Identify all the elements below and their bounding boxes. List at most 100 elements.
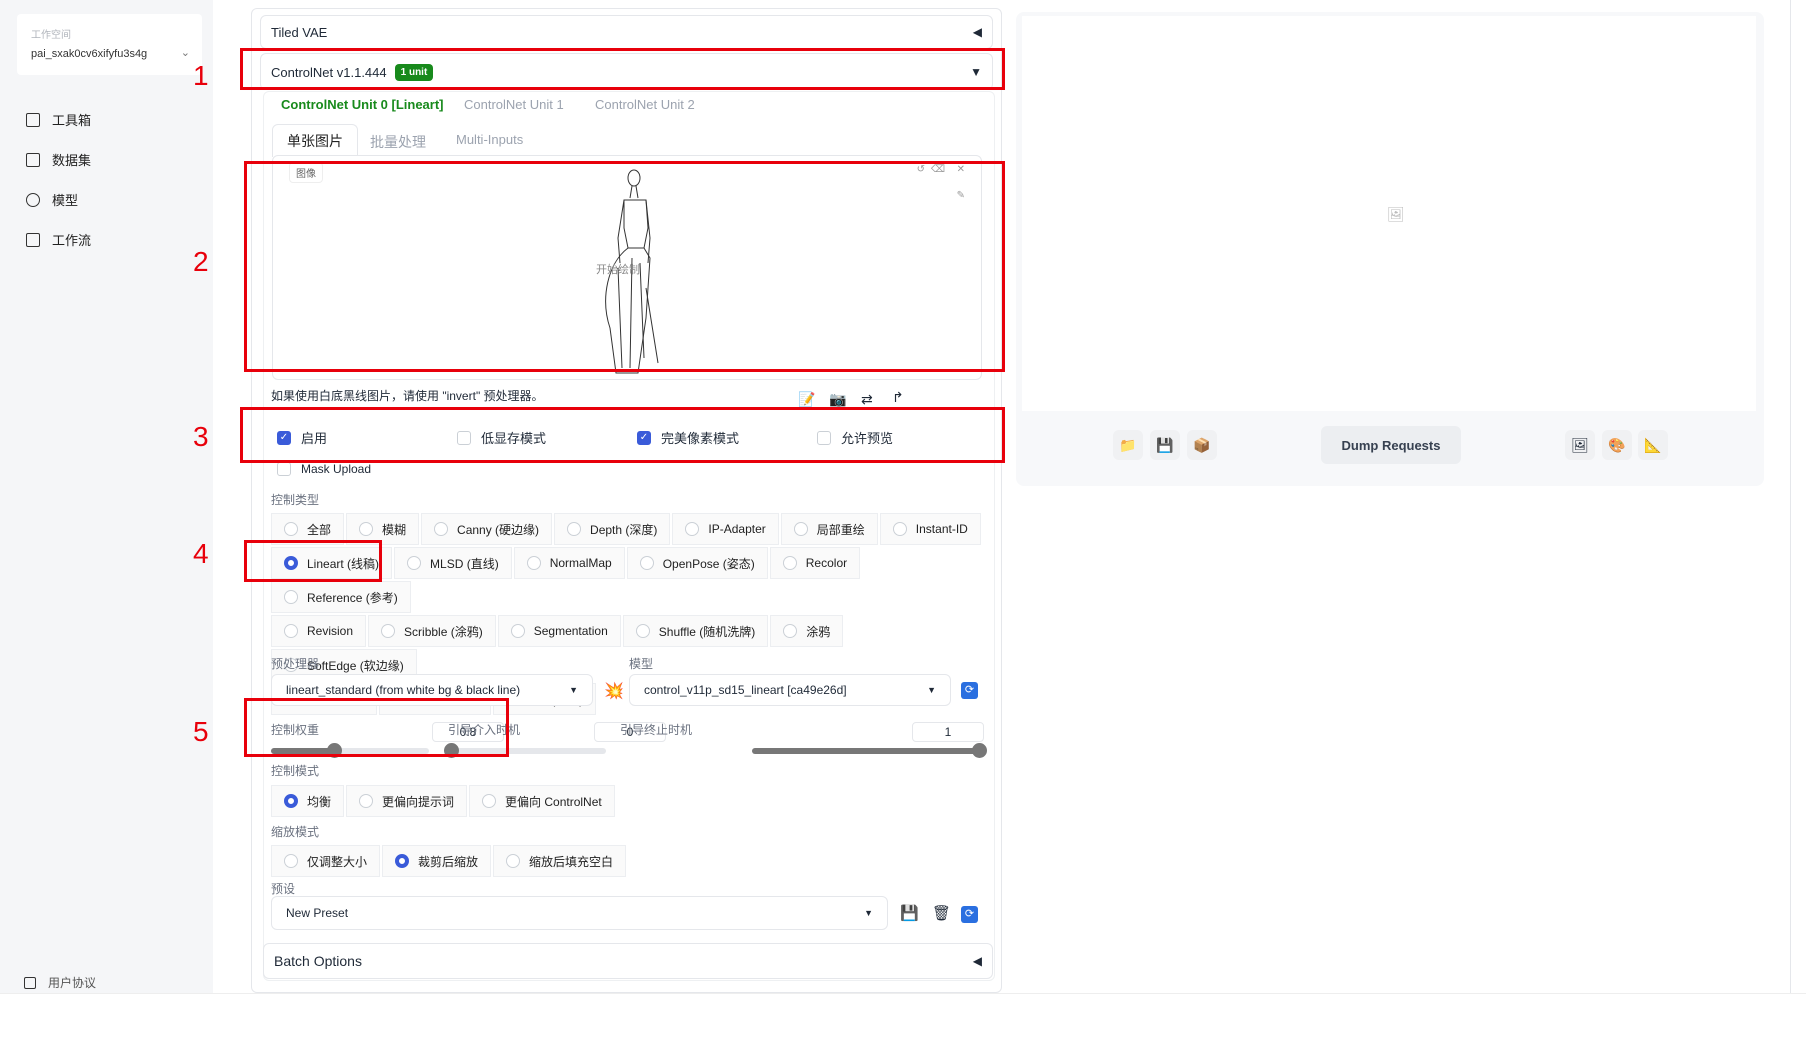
sidebar-item-models[interactable]: 模型	[26, 190, 78, 209]
send-to-extras-button[interactable]: 📐	[1638, 430, 1668, 460]
radio-button[interactable]	[284, 522, 298, 536]
workspace-selector[interactable]: 工作空间 pai_sxak0cv6xifyfu3s4g ⌄	[17, 14, 202, 75]
eraser-icon[interactable]: ⌫	[931, 164, 945, 175]
reset-icon[interactable]: ↺	[917, 164, 925, 175]
edit-icon[interactable]: 📝	[798, 391, 815, 408]
control-weight-slider[interactable]	[271, 743, 429, 758]
radio-button[interactable]	[482, 794, 497, 808]
radio-option[interactable]: Lineart (线稿)	[271, 547, 393, 579]
radio-option[interactable]: 均衡	[271, 785, 345, 817]
sidebar-item-workflow[interactable]: 工作流	[26, 230, 91, 249]
image-canvas[interactable]: 图像 ↺ ⌫ ✕ ✎ 开始绘制	[272, 155, 982, 380]
close-icon[interactable]: ✕	[957, 164, 965, 175]
radio-option[interactable]: IP-Adapter	[672, 513, 779, 545]
radio-option[interactable]: 仅调整大小	[271, 845, 381, 877]
tab-unit-2[interactable]: ControlNet Unit 2	[595, 97, 695, 112]
radio-button[interactable]	[359, 522, 374, 536]
zip-button[interactable]: 📦	[1187, 430, 1217, 460]
radio-option[interactable]: Reference (参考)	[271, 581, 411, 613]
tab-multi-inputs[interactable]: Multi-Inputs	[456, 132, 523, 147]
pixel-perfect-checkbox[interactable]: ✓ 完美像素模式	[637, 428, 739, 447]
radio-option[interactable]: 涂鸦	[770, 615, 844, 647]
controlnet-accordion[interactable]: ControlNet v1.1.444 1 unit ▼	[260, 53, 993, 90]
preprocessor-select[interactable]: lineart_standard (from white bg & black …	[271, 674, 593, 706]
radio-option[interactable]: 更偏向 ControlNet	[469, 785, 615, 817]
save-button[interactable]: 💾	[1150, 430, 1180, 460]
guidance-end-input[interactable]: 1	[912, 722, 984, 742]
allow-preview-checkbox[interactable]: 允许预览	[817, 428, 893, 447]
radio-button[interactable]	[782, 556, 797, 570]
radio-button[interactable]	[639, 556, 654, 570]
checkbox-checked[interactable]: ✓	[277, 430, 291, 445]
tab-unit-0[interactable]: ControlNet Unit 0 [Lineart]	[275, 97, 450, 112]
radio-button[interactable]	[783, 624, 798, 638]
refresh-presets-icon[interactable]: ⟳	[961, 906, 978, 923]
radio-option[interactable]: 局部重绘	[780, 513, 878, 545]
radio-button[interactable]	[526, 556, 541, 570]
radio-button[interactable]	[434, 522, 449, 536]
camera-icon[interactable]: 📷	[829, 391, 846, 408]
save-preset-icon[interactable]: 💾	[900, 904, 919, 922]
radio-option[interactable]: OpenPose (姿态)	[626, 547, 768, 579]
radio-option[interactable]: NormalMap	[513, 547, 625, 579]
open-folder-button[interactable]: 📁	[1113, 430, 1143, 460]
low-vram-checkbox[interactable]: 低显存模式	[457, 428, 546, 447]
guidance-start-slider[interactable]	[444, 743, 606, 758]
checkbox-checked[interactable]: ✓	[637, 430, 651, 445]
checkbox[interactable]	[457, 430, 471, 445]
tiled-vae-accordion[interactable]: Tiled VAE ◀	[260, 15, 993, 49]
guidance-end-slider[interactable]	[752, 743, 988, 758]
radio-button[interactable]	[359, 794, 374, 808]
radio-option[interactable]: Instant-ID	[879, 513, 981, 545]
run-preprocessor-icon[interactable]: 💥	[604, 681, 624, 701]
send-dimensions-icon[interactable]: ↱	[892, 389, 904, 406]
radio-button[interactable]	[284, 854, 298, 868]
checkbox[interactable]	[277, 462, 291, 476]
preset-select[interactable]: New Preset ▼	[271, 896, 888, 930]
radio-option[interactable]: 全部	[271, 513, 345, 545]
radio-option[interactable]: Depth (深度)	[554, 513, 671, 545]
dump-requests-button[interactable]: Dump Requests	[1321, 426, 1461, 464]
radio-option[interactable]: Canny (硬边缘)	[421, 513, 553, 545]
radio-button[interactable]	[892, 522, 907, 536]
sidebar-item-toolbox[interactable]: 工具箱	[26, 110, 91, 129]
radio-option[interactable]: Revision	[271, 615, 367, 647]
brush-icon[interactable]: ✎	[957, 190, 965, 201]
radio-option[interactable]: Segmentation	[497, 615, 621, 647]
radio-option[interactable]: Shuffle (随机洗牌)	[622, 615, 769, 647]
send-to-inpaint-button[interactable]: 🎨	[1602, 430, 1632, 460]
radio-button[interactable]	[284, 624, 298, 638]
model-select[interactable]: control_v11p_sd15_lineart [ca49e26d] ▼	[629, 674, 951, 706]
sidebar-item-datasets[interactable]: 数据集	[26, 150, 91, 169]
refresh-models-icon[interactable]: ⟳	[961, 682, 978, 699]
radio-button[interactable]	[506, 854, 521, 868]
radio-option[interactable]: MLSD (直线)	[394, 547, 512, 579]
radio-option[interactable]: Scribble (涂鸦)	[368, 615, 496, 647]
radio-option[interactable]: 裁剪后缩放	[382, 845, 492, 877]
radio-option[interactable]: 缩放后填充空白	[493, 845, 627, 877]
checkbox[interactable]	[817, 430, 831, 445]
mask-upload-checkbox[interactable]: Mask Upload	[277, 462, 371, 476]
radio-option[interactable]: 更偏向提示词	[346, 785, 468, 817]
radio-button[interactable]	[407, 556, 422, 570]
radio-option[interactable]: 模糊	[346, 513, 420, 545]
radio-button[interactable]	[793, 522, 808, 536]
tab-unit-1[interactable]: ControlNet Unit 1	[464, 97, 564, 112]
send-to-img2img-button[interactable]: 🖼	[1565, 430, 1595, 460]
radio-button[interactable]	[381, 624, 396, 638]
batch-options-accordion[interactable]: Batch Options ◀	[263, 943, 993, 979]
tab-batch[interactable]: 批量处理	[370, 132, 426, 152]
tab-single-image[interactable]: 单张图片	[272, 124, 358, 157]
radio-button[interactable]	[510, 624, 525, 638]
swap-icon[interactable]: ⇄	[861, 391, 873, 408]
radio-button[interactable]	[395, 854, 410, 868]
user-agreement-link[interactable]: 用户协议	[24, 974, 96, 991]
radio-button[interactable]	[284, 794, 298, 808]
radio-button[interactable]	[567, 522, 582, 536]
radio-button[interactable]	[685, 522, 700, 536]
radio-button[interactable]	[284, 590, 298, 604]
enable-checkbox[interactable]: ✓ 启用	[277, 428, 327, 447]
radio-button[interactable]	[284, 556, 298, 570]
delete-preset-icon[interactable]: 🗑	[932, 904, 951, 922]
radio-option[interactable]: Recolor	[769, 547, 861, 579]
